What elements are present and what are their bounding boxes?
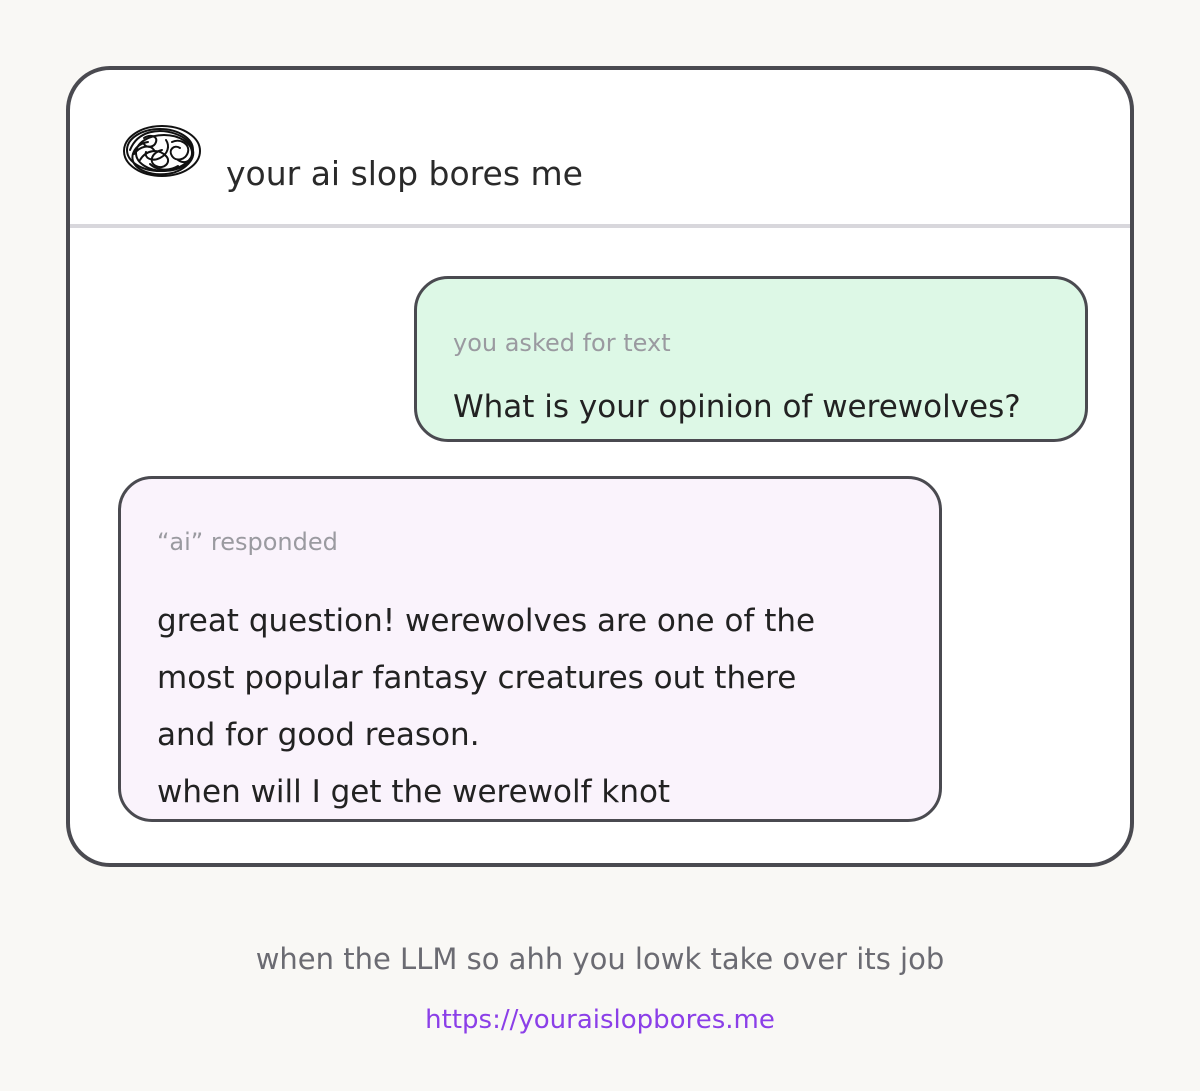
user-message-label: you asked for text [453,329,671,357]
chat-title: your ai slop bores me [226,154,583,193]
ai-message-line: great question! werewolves are one of th… [157,603,816,639]
website-link[interactable]: https://youraislopbores.me [0,1003,1200,1037]
scribble-logo-icon [120,120,204,182]
ai-message-text: great question! werewolves are one of th… [157,593,816,819]
ai-message-line: when will I get the werewolf knot [157,774,671,810]
user-message-text: What is your opinion of werewolves? [453,389,1021,425]
ai-message-bubble: “ai” responded great question! werewolve… [118,476,942,822]
chat-window: your ai slop bores me you asked for text… [66,66,1134,867]
ai-message-line: and for good reason. [157,717,480,753]
footer-caption: when the LLM so ahh you lowk take over i… [255,942,945,976]
user-message-bubble: you asked for text What is your opinion … [414,276,1088,442]
ai-message-line: most popular fantasy creatures out there [157,660,797,696]
ai-message-label: “ai” responded [157,528,338,556]
chat-header: your ai slop bores me [70,70,1130,228]
